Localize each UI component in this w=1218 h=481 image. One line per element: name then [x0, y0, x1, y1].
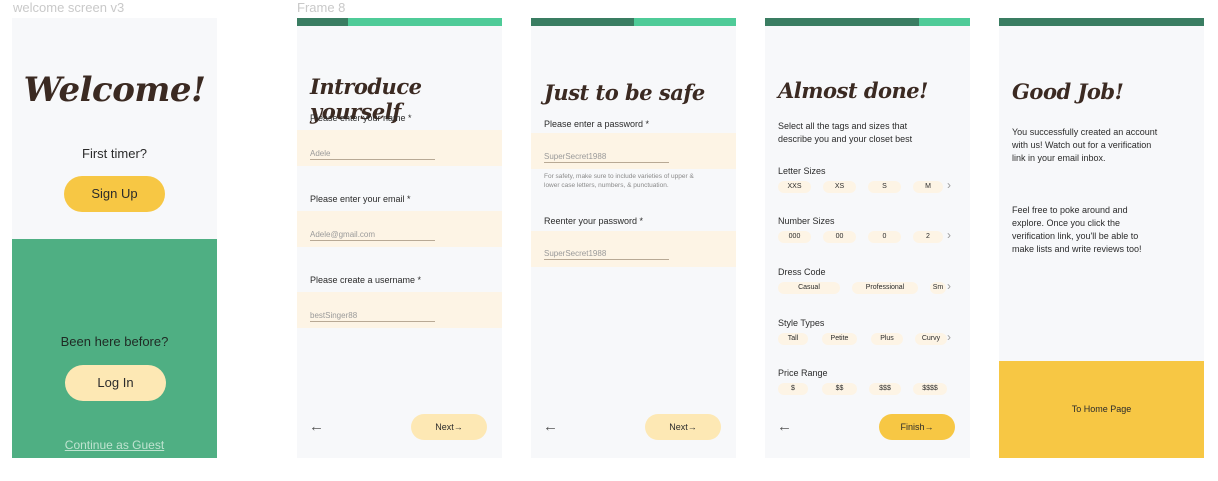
password-field[interactable]: SuperSecret1988 [531, 133, 736, 169]
username-input-value[interactable]: bestSinger88 [310, 311, 435, 322]
name-field[interactable]: Adele [297, 130, 502, 166]
tag-price-range[interactable]: $$$$ [913, 383, 947, 395]
chevron-right-icon[interactable]: › [947, 178, 951, 192]
continue-as-guest-link[interactable]: Continue as Guest [12, 438, 217, 452]
finish-button[interactable]: Finish→ [879, 414, 955, 440]
progress-bar [531, 18, 736, 26]
chevron-right-icon[interactable]: › [947, 279, 951, 293]
sign-up-button[interactable]: Sign Up [64, 176, 165, 212]
progress-bar [765, 18, 970, 26]
tag-style-type[interactable]: Plus [871, 333, 903, 345]
email-field[interactable]: Adele@gmail.com [297, 211, 502, 247]
tag-price-range[interactable]: $$$ [869, 383, 901, 395]
been-here-text: Been here before? [60, 334, 169, 349]
arrow-right-icon: → [924, 422, 934, 432]
email-input-value[interactable]: Adele@gmail.com [310, 230, 435, 241]
page-title: Good Job! [1012, 79, 1124, 104]
to-home-page-button[interactable]: To Home Page [999, 361, 1204, 458]
progress-fill [531, 18, 634, 26]
next-label: Next [435, 422, 454, 432]
reenter-password-field[interactable]: SuperSecret1988 [531, 231, 736, 267]
price-range-label: Price Range [778, 368, 828, 378]
tag-letter-size[interactable]: S [868, 181, 901, 193]
welcome-title: Welcome! [23, 70, 206, 110]
arrow-right-icon: → [687, 422, 697, 432]
tag-style-type[interactable]: Tall [778, 333, 808, 345]
welcome-screen: Welcome! First timer? Sign Up Been here … [12, 18, 217, 458]
tag-number-size[interactable]: 2 [913, 231, 943, 243]
tag-dress-code[interactable]: Casual [778, 282, 840, 294]
password-input-value[interactable]: SuperSecret1988 [544, 152, 669, 163]
email-label: Please enter your email * [310, 194, 411, 204]
next-label: Next [669, 422, 688, 432]
password-label: Please enter a password * [544, 119, 650, 129]
back-arrow-icon[interactable]: ← [309, 418, 324, 435]
back-arrow-icon[interactable]: ← [777, 418, 792, 435]
page-title: Almost done! [778, 78, 928, 103]
name-label: Please enter your name * [310, 113, 412, 123]
tag-number-size[interactable]: 0 [868, 231, 901, 243]
number-sizes-label: Number Sizes [778, 216, 835, 226]
chevron-right-icon[interactable]: › [947, 228, 951, 242]
tag-dress-code[interactable]: Sm [930, 282, 946, 294]
tag-letter-size[interactable]: XS [823, 181, 856, 193]
explore-message: Feel free to poke around and explore. On… [1012, 205, 1142, 254]
username-label: Please create a username * [310, 275, 422, 285]
finish-label: Finish [900, 422, 925, 432]
log-in-button[interactable]: Log In [65, 365, 166, 401]
tag-letter-size[interactable]: XXS [778, 181, 811, 193]
username-field[interactable]: bestSinger88 [297, 292, 502, 328]
tag-number-size[interactable]: 000 [778, 231, 811, 243]
progress-fill [999, 18, 1204, 26]
tag-price-range[interactable]: $ [778, 383, 808, 395]
tags-screen: Almost done! Select all the tags and siz… [765, 18, 970, 458]
tag-price-range[interactable]: $$ [822, 383, 857, 395]
back-arrow-icon[interactable]: ← [543, 418, 558, 435]
tag-dress-code[interactable]: Professional [852, 282, 918, 294]
progress-fill [297, 18, 349, 26]
style-types-label: Style Types [778, 318, 825, 328]
frame-label-welcome: welcome screen v3 [13, 0, 125, 15]
password-screen: Just to be safe Please enter a password … [531, 18, 736, 458]
reenter-password-label: Reenter your password * [544, 216, 644, 226]
first-timer-text: First timer? [82, 146, 147, 161]
name-input-value[interactable]: Adele [310, 149, 435, 160]
introduce-screen: Introduce yourself Please enter your nam… [297, 18, 502, 458]
frame-label-frame8: Frame 8 [297, 0, 346, 15]
progress-bar [999, 18, 1204, 26]
tag-letter-size[interactable]: M [913, 181, 943, 193]
page-title: Just to be safe [544, 80, 705, 105]
success-message: You successfully created an account with… [1012, 127, 1158, 163]
reenter-password-input-value[interactable]: SuperSecret1988 [544, 249, 669, 260]
tags-description: Select all the tags and sizes that descr… [778, 121, 913, 144]
next-button[interactable]: Next→ [645, 414, 721, 440]
arrow-right-icon: → [453, 422, 463, 432]
tag-style-type[interactable]: Curvy [915, 333, 947, 345]
progress-fill [765, 18, 919, 26]
letter-sizes-label: Letter Sizes [778, 166, 826, 176]
next-button[interactable]: Next→ [411, 414, 487, 440]
success-screen: Good Job! You successfully created an ac… [999, 18, 1204, 458]
progress-bar [297, 18, 502, 26]
tag-number-size[interactable]: 00 [823, 231, 856, 243]
returning-user-panel: Been here before? Log In [12, 239, 217, 458]
dress-code-label: Dress Code [778, 267, 826, 277]
chevron-right-icon[interactable]: › [947, 330, 951, 344]
tag-style-type[interactable]: Petite [822, 333, 857, 345]
password-hint: For safety, make sure to include varieti… [544, 173, 694, 189]
